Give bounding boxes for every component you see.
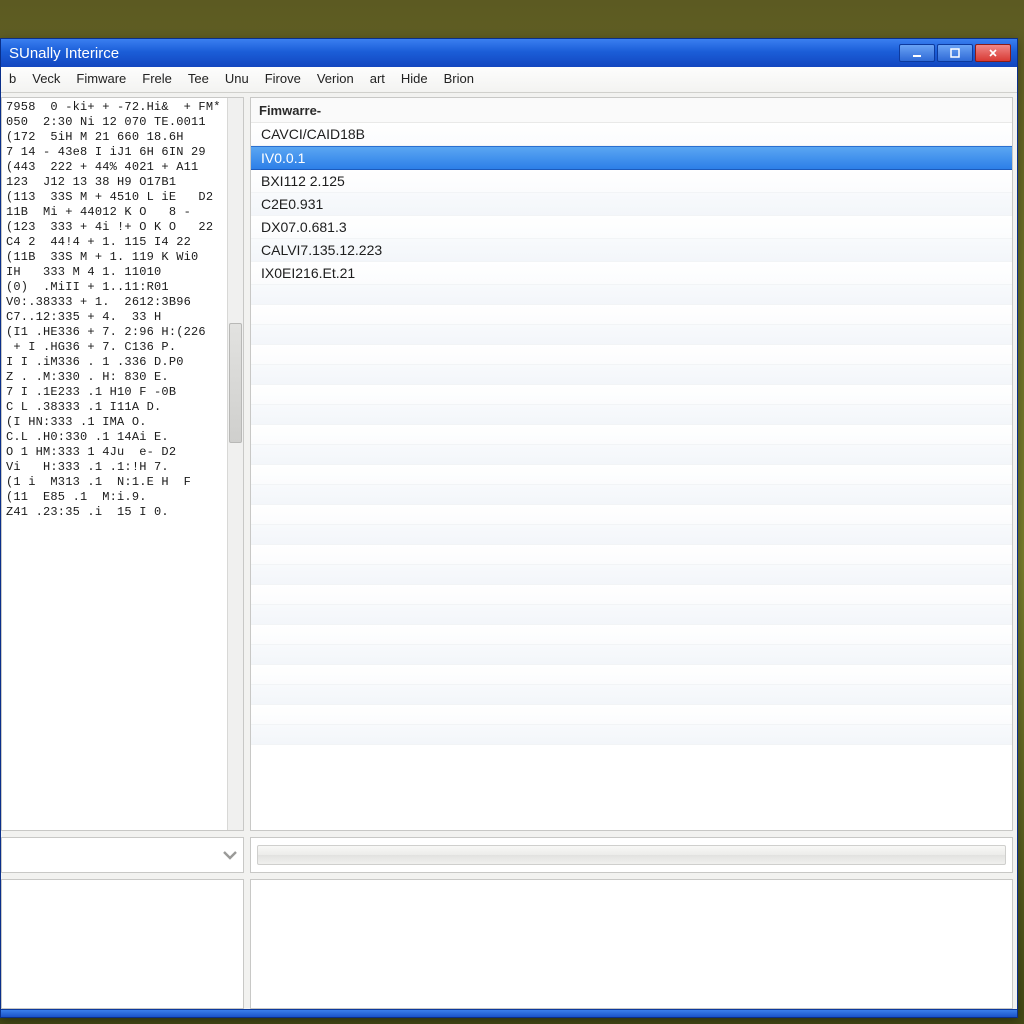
firmware-list-empty-row [251, 325, 1012, 345]
firmware-list-empty-row [251, 705, 1012, 725]
left-dropdown-panel[interactable] [1, 837, 244, 873]
menu-item-brion[interactable]: Brion [436, 67, 482, 92]
firmware-list-empty-row [251, 405, 1012, 425]
firmware-list-empty-row [251, 445, 1012, 465]
title-bar[interactable]: SUnally Interirce [1, 39, 1017, 67]
firmware-list-empty-row [251, 305, 1012, 325]
bottom-left-panel [1, 879, 244, 1009]
window-title: SUnally Interirce [9, 45, 899, 62]
firmware-list-row[interactable]: DX07.0.681.3 [251, 216, 1012, 239]
hex-scrollbar-thumb[interactable] [229, 323, 242, 443]
window-controls [899, 44, 1011, 62]
client-area: 7958 0 -ki+ + -72.Hi& + FM* 050 2:30 Ni … [1, 93, 1017, 1009]
firmware-list-empty-row [251, 685, 1012, 705]
firmware-list-empty-row [251, 425, 1012, 445]
firmware-pane: Fimwarre- CAVCI/CAID18BIV0.0.1BXI112 2.1… [250, 97, 1013, 831]
status-bar [1, 1009, 1017, 1017]
firmware-list-empty-row [251, 585, 1012, 605]
progress-bar [257, 845, 1006, 865]
hex-scrollbar[interactable] [227, 98, 243, 830]
firmware-list-empty-row [251, 525, 1012, 545]
hex-dump-text: 7958 0 -ki+ + -72.Hi& + FM* 050 2:30 Ni … [2, 98, 243, 522]
firmware-list-empty-row [251, 665, 1012, 685]
firmware-header: Fimwarre- [251, 98, 1012, 123]
close-icon [987, 47, 999, 59]
hex-dump-pane[interactable]: 7958 0 -ki+ + -72.Hi& + FM* 050 2:30 Ni … [1, 97, 244, 831]
firmware-list-empty-row [251, 565, 1012, 585]
menu-item-fimware[interactable]: Fimware [68, 67, 134, 92]
menu-item-veck[interactable]: Veck [24, 67, 68, 92]
firmware-list-empty-row [251, 465, 1012, 485]
firmware-list-empty-row [251, 645, 1012, 665]
firmware-list-row[interactable]: CALVI7.135.12.223 [251, 239, 1012, 262]
close-button[interactable] [975, 44, 1011, 62]
firmware-list-empty-row [251, 385, 1012, 405]
menu-item-hide[interactable]: Hide [393, 67, 436, 92]
firmware-list-empty-row [251, 605, 1012, 625]
progress-panel [250, 837, 1013, 873]
app-window: SUnally Interirce b Veck Fimware Frele T… [0, 38, 1018, 1018]
firmware-list-empty-row [251, 285, 1012, 305]
firmware-list-empty-row [251, 345, 1012, 365]
firmware-list[interactable]: CAVCI/CAID18BIV0.0.1BXI112 2.125C2E0.931… [251, 123, 1012, 830]
firmware-list-row[interactable]: BXI112 2.125 [251, 170, 1012, 193]
menu-item-verion[interactable]: Verion [309, 67, 362, 92]
firmware-list-empty-row [251, 545, 1012, 565]
firmware-list-empty-row [251, 725, 1012, 745]
chevron-down-icon[interactable] [221, 846, 239, 864]
firmware-list-row[interactable]: IV0.0.1 [251, 146, 1012, 170]
menu-item-art[interactable]: art [362, 67, 393, 92]
maximize-button[interactable] [937, 44, 973, 62]
firmware-list-empty-row [251, 505, 1012, 525]
firmware-list-row[interactable]: C2E0.931 [251, 193, 1012, 216]
firmware-list-row[interactable]: CAVCI/CAID18B [251, 123, 1012, 146]
bottom-right-panel [250, 879, 1013, 1009]
firmware-list-empty-row [251, 365, 1012, 385]
firmware-list-row[interactable]: IX0EI216.Et.21 [251, 262, 1012, 285]
firmware-list-empty-row [251, 625, 1012, 645]
menu-item-tee[interactable]: Tee [180, 67, 217, 92]
minimize-icon [911, 47, 923, 59]
menu-item-b[interactable]: b [1, 67, 24, 92]
menu-item-frele[interactable]: Frele [134, 67, 180, 92]
menu-item-unu[interactable]: Unu [217, 67, 257, 92]
maximize-icon [949, 47, 961, 59]
menu-bar: b Veck Fimware Frele Tee Unu Firove Veri… [1, 67, 1017, 93]
firmware-list-empty-row [251, 485, 1012, 505]
menu-item-firove[interactable]: Firove [257, 67, 309, 92]
minimize-button[interactable] [899, 44, 935, 62]
